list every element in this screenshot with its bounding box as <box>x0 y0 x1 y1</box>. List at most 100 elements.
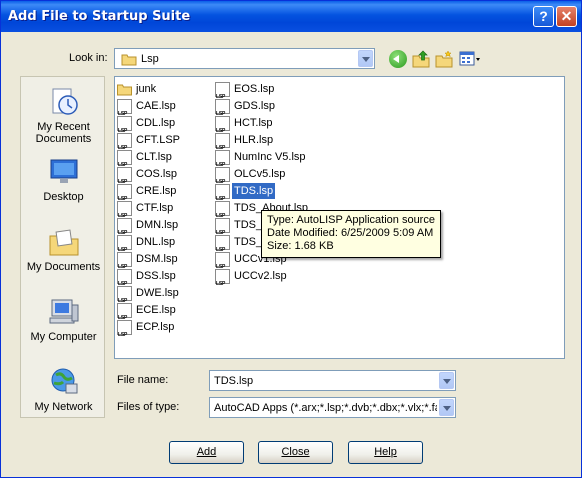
tooltip-size: Size: 1.68 KB <box>267 240 334 252</box>
chevron-down-icon[interactable] <box>439 399 454 416</box>
file-item[interactable]: CTF.lsp <box>117 200 212 224</box>
place-my-documents[interactable]: My Documents <box>21 227 106 273</box>
chevron-down-icon[interactable] <box>358 50 373 67</box>
lsp-file-icon <box>215 184 230 207</box>
title-bar[interactable]: Add File to Startup Suite ? ✕ <box>1 1 581 32</box>
lsp-file-icon <box>215 82 230 105</box>
place-label: My Network <box>34 401 93 413</box>
close-button-label: Close <box>281 446 310 458</box>
file-name: DMN.lsp <box>136 219 179 231</box>
lsp-file-icon <box>215 269 230 292</box>
file-item[interactable]: DWE.lsp <box>117 285 212 309</box>
file-name: CLT.lsp <box>136 151 172 163</box>
tooltip-type: Type: AutoLISP Application source <box>267 214 435 226</box>
my-network-icon <box>51 368 77 394</box>
file-item[interactable]: CDL.lsp <box>117 115 212 139</box>
file-name: HCT.lsp <box>234 117 273 129</box>
lsp-file-icon <box>215 99 230 122</box>
file-name-field[interactable]: TDS.lsp <box>209 370 456 391</box>
place-my-network[interactable]: My Network <box>21 367 106 413</box>
file-name: GDS.lsp <box>234 100 275 112</box>
file-item[interactable]: GDS.lsp <box>215 98 335 122</box>
lsp-file-icon <box>117 133 132 156</box>
files-of-type-dropdown[interactable]: AutoCAD Apps (*.arx;*.lsp;*.dvb;*.dbx;*.… <box>209 397 456 418</box>
recent-documents-icon <box>52 88 78 115</box>
lsp-file-icon <box>215 218 230 241</box>
place-label-line2: Documents <box>35 133 92 145</box>
file-name: COS.lsp <box>136 168 177 180</box>
lsp-file-icon <box>117 303 132 326</box>
file-item[interactable]: HCT.lsp <box>215 115 335 139</box>
file-item-selected[interactable]: TDS.lsp <box>215 183 335 207</box>
file-name: TDS.lsp <box>232 183 276 199</box>
lsp-file-icon <box>215 201 230 224</box>
file-item[interactable]: COS.lsp <box>117 166 212 190</box>
look-in-label: Look in: <box>69 52 108 64</box>
file-item[interactable]: HLR.lsp <box>215 132 335 156</box>
file-item[interactable]: CAE.lsp <box>117 98 212 122</box>
look-in-dropdown[interactable]: Lsp <box>114 48 375 69</box>
place-my-recent-documents[interactable]: My Recent Documents <box>21 87 106 145</box>
files-of-type-label: Files of type: <box>117 401 180 413</box>
file-item[interactable]: CLT.lsp <box>117 149 212 173</box>
lsp-file-icon <box>117 201 132 224</box>
lsp-file-icon <box>117 167 132 190</box>
file-name: DSS.lsp <box>136 270 176 282</box>
folder-item[interactable]: junk <box>117 81 212 97</box>
place-label: My Recent <box>37 121 90 133</box>
file-item[interactable]: ECP.lsp <box>117 319 212 343</box>
file-name: CDL.lsp <box>136 117 176 129</box>
help-button[interactable]: Help <box>348 441 423 464</box>
file-name: DNL.lsp <box>136 236 176 248</box>
file-item[interactable]: CFT.LSP <box>117 132 212 156</box>
file-name: EOS.lsp <box>234 83 275 95</box>
dialog-window: Add File to Startup Suite ? ✕ Look in: L… <box>0 0 582 478</box>
lsp-file-icon <box>117 184 132 207</box>
file-item[interactable]: OLCv5.lsp <box>215 166 335 190</box>
look-in-value: Lsp <box>141 53 159 65</box>
close-button[interactable]: Close <box>258 441 333 464</box>
add-button[interactable]: Add <box>169 441 244 464</box>
lsp-file-icon <box>215 167 230 190</box>
place-label: Desktop <box>43 191 84 203</box>
up-folder-icon[interactable] <box>412 50 430 68</box>
file-item[interactable]: DNL.lsp <box>117 234 212 258</box>
file-item[interactable]: DMN.lsp <box>117 217 212 241</box>
help-button-label: Help <box>374 446 397 458</box>
files-of-type-value: AutoCAD Apps (*.arx;*.lsp;*.dvb;*.dbx;*.… <box>214 402 437 414</box>
file-name-label: File name: <box>117 374 169 386</box>
lsp-file-icon <box>215 150 230 173</box>
file-item[interactable]: DSM.lsp <box>117 251 212 275</box>
file-item[interactable]: UCCv2.lsp <box>215 268 335 292</box>
lsp-file-icon <box>117 99 132 122</box>
lsp-file-icon <box>117 150 132 173</box>
file-name: CFT.LSP <box>136 134 181 146</box>
place-desktop[interactable]: Desktop <box>21 157 106 203</box>
place-my-computer[interactable]: My Computer <box>21 297 106 343</box>
file-item[interactable]: NumInc V5.lsp <box>215 149 335 173</box>
new-folder-icon[interactable] <box>435 50 453 68</box>
lsp-file-icon <box>215 235 230 258</box>
file-name: TDS_ <box>234 236 263 248</box>
file-name: HLR.lsp <box>234 134 274 146</box>
file-name: ECE.lsp <box>136 304 176 316</box>
help-title-button[interactable]: ? <box>533 6 554 27</box>
add-button-label: Add <box>196 446 217 458</box>
lsp-file-icon <box>117 252 132 275</box>
my-computer-icon <box>49 299 78 324</box>
file-item[interactable]: DSS.lsp <box>117 268 212 292</box>
chevron-down-icon[interactable] <box>439 372 454 389</box>
folder-icon <box>117 84 132 96</box>
close-title-button[interactable]: ✕ <box>556 6 577 27</box>
file-name: NumInc V5.lsp <box>234 151 306 163</box>
file-item[interactable]: CRE.lsp <box>117 183 212 207</box>
back-arrow-icon[interactable] <box>389 50 407 68</box>
file-item[interactable]: ECE.lsp <box>117 302 212 326</box>
file-info-tooltip: Type: AutoLISP Application source Date M… <box>261 210 441 258</box>
file-name: CAE.lsp <box>136 100 176 112</box>
file-name: junk <box>136 83 157 95</box>
file-name: UCCv2.lsp <box>234 270 287 282</box>
views-menu-icon[interactable] <box>459 50 481 68</box>
file-item[interactable]: EOS.lsp <box>215 81 335 105</box>
file-name: OLCv5.lsp <box>234 168 286 180</box>
